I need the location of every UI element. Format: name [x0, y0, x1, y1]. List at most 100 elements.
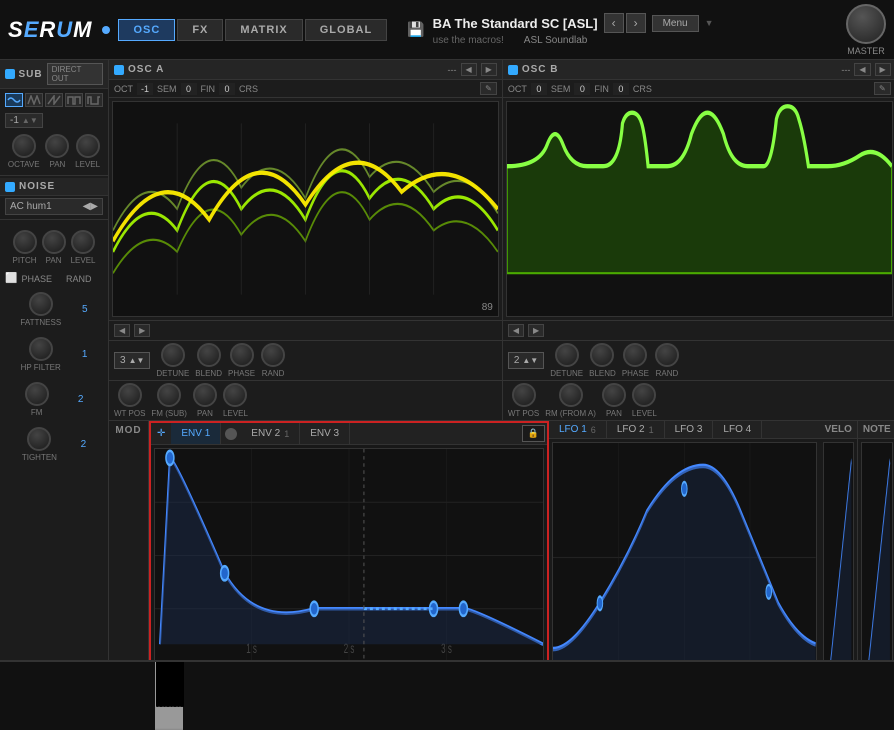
- main-content: SUB DIRECT OUT -1 ▲▼: [0, 60, 894, 730]
- prev-preset-button[interactable]: ‹: [604, 13, 624, 33]
- octave-knob[interactable]: [12, 134, 36, 158]
- pitch-label: PITCH: [13, 256, 37, 265]
- pan-knob[interactable]: [42, 230, 66, 254]
- osc-a-phase-label: PHASE: [228, 369, 255, 378]
- master-knob[interactable]: [846, 4, 886, 44]
- fattness-val: 5: [82, 292, 88, 327]
- env-lock[interactable]: 🔒: [522, 425, 545, 442]
- osc-a-fin[interactable]: 0: [219, 83, 235, 95]
- keyboard: [0, 660, 894, 730]
- osc-a-prev[interactable]: ◀: [461, 63, 477, 76]
- osc-b-level-knob[interactable]: [632, 383, 656, 407]
- osc-a-wt-next[interactable]: ▶: [134, 324, 150, 337]
- pitch-knob[interactable]: [13, 230, 37, 254]
- osc-b-wtpos-knob[interactable]: [512, 383, 536, 407]
- osc-b-detune-knob[interactable]: [555, 343, 579, 367]
- osc-a-unison[interactable]: 3 ▲▼: [114, 352, 150, 369]
- sub-header: SUB DIRECT OUT: [0, 60, 108, 89]
- octave-stepper[interactable]: -1 ▲▼: [5, 113, 43, 128]
- hpfilter-knob[interactable]: [29, 337, 53, 361]
- osc-b-fin[interactable]: 0: [613, 83, 629, 95]
- noise-select[interactable]: AC hum1 ◀▶: [5, 198, 103, 215]
- sub-pan-knob[interactable]: [45, 134, 69, 158]
- fm-knob[interactable]: [25, 382, 49, 406]
- osc-b-wt-prev[interactable]: ◀: [508, 324, 524, 337]
- sub-knob-row: OCTAVE PAN LEVEL: [0, 130, 108, 173]
- tighten-knob[interactable]: [27, 427, 51, 451]
- osc-b-phase-knob[interactable]: [623, 343, 647, 367]
- osc-b-edit[interactable]: ✎: [874, 82, 891, 95]
- tab-global[interactable]: GLOBAL: [305, 19, 387, 41]
- osc-a-phase-cell: PHASE: [228, 343, 255, 378]
- lfo-tab-3[interactable]: LFO 3: [665, 421, 714, 438]
- osc-b-sem[interactable]: 0: [574, 83, 590, 95]
- osc-b-prev[interactable]: ◀: [854, 63, 870, 76]
- osc-a-phase-knob[interactable]: [230, 343, 254, 367]
- osc-a-sem[interactable]: 0: [181, 83, 197, 95]
- osc-a-led[interactable]: [114, 65, 124, 75]
- tab-matrix[interactable]: MATRIX: [225, 19, 302, 41]
- osc-a-blend-knob[interactable]: [197, 343, 221, 367]
- osc-a-edit[interactable]: ✎: [480, 82, 497, 95]
- osc-a-wtpos-cell: WT POS: [114, 383, 145, 418]
- osc-row: OSC A --- ◀ ▶ OCT -1 SEM 0 FIN 0 CRS ✎: [109, 60, 894, 420]
- osc-b-wt-next[interactable]: ▶: [528, 324, 544, 337]
- wave-square[interactable]: [65, 93, 83, 107]
- lfo-tab-2[interactable]: LFO 2 1: [607, 421, 665, 438]
- fattness-label: FATTNESS: [20, 318, 61, 327]
- sub-pan-cell: PAN: [45, 134, 69, 169]
- osc-a-blend-label: BLEND: [195, 369, 222, 378]
- env-tab-3[interactable]: ENV 3: [300, 423, 350, 444]
- black-key-3-5[interactable]: [182, 662, 184, 707]
- osc-a-rand-knob[interactable]: [261, 343, 285, 367]
- wave-pulse[interactable]: [85, 93, 103, 107]
- fattness-knob[interactable]: [29, 292, 53, 316]
- osc-a-detune-knob[interactable]: [161, 343, 185, 367]
- env-tab-2[interactable]: ENV 2 1: [241, 423, 300, 444]
- osc-a-fm-knob[interactable]: [157, 383, 181, 407]
- tab-osc[interactable]: OSC: [118, 19, 175, 41]
- osc-b-pan-knob[interactable]: [602, 383, 626, 407]
- osc-b-rm-knob[interactable]: [559, 383, 583, 407]
- sub-level-label: LEVEL: [75, 160, 100, 169]
- noise-led[interactable]: [5, 182, 15, 192]
- lfo-tab-4[interactable]: LFO 4: [713, 421, 762, 438]
- osc-a-pan-knob[interactable]: [193, 383, 217, 407]
- osc-b-oct[interactable]: 0: [531, 83, 547, 95]
- wave-saw[interactable]: [45, 93, 63, 107]
- level-label: LEVEL: [71, 256, 96, 265]
- osc-b-rand-knob[interactable]: [655, 343, 679, 367]
- tab-fx[interactable]: FX: [177, 19, 223, 41]
- octave-label: OCTAVE: [8, 160, 40, 169]
- osc-a-level-knob[interactable]: [223, 383, 247, 407]
- osc-a-next[interactable]: ▶: [481, 63, 497, 76]
- osc-b-level-cell: LEVEL: [632, 383, 657, 418]
- disk-icon: 💾: [407, 21, 424, 38]
- sub-led[interactable]: [5, 69, 15, 79]
- osc-b-blend-cell: BLEND: [589, 343, 616, 378]
- next-preset-button[interactable]: ›: [626, 13, 646, 33]
- osc-b-next[interactable]: ▶: [875, 63, 891, 76]
- osc-b-title: OSC B: [522, 64, 559, 75]
- noise-value: AC hum1: [10, 201, 52, 212]
- osc-a-wtpos-knob[interactable]: [118, 383, 142, 407]
- lfo-tab-1[interactable]: LFO 1 6: [549, 421, 607, 438]
- osc-b-blend-knob[interactable]: [590, 343, 614, 367]
- osc-a-wt-prev[interactable]: ◀: [114, 324, 130, 337]
- osc-b-unison[interactable]: 2 ▲▼: [508, 352, 544, 369]
- tighten-label: TIGHTEN: [22, 453, 57, 462]
- osc-b-led[interactable]: [508, 65, 518, 75]
- hpfilter-cell: HP FILTER: [21, 337, 61, 372]
- osc-a-oct[interactable]: -1: [137, 83, 153, 95]
- octave-row: -1 ▲▼: [0, 111, 108, 130]
- env-tab-1[interactable]: ENV 1: [171, 423, 221, 444]
- wave-sine[interactable]: [5, 93, 23, 107]
- direct-out-button[interactable]: DIRECT OUT: [47, 63, 103, 85]
- hpfilter-row: HP FILTER 1: [5, 333, 103, 376]
- osc-a-pan-cell: PAN: [193, 383, 217, 418]
- wave-triangle[interactable]: [25, 93, 43, 107]
- lfo-tabs: LFO 1 6 LFO 2 1 LFO 3 LFO 4: [549, 421, 820, 439]
- menu-button[interactable]: Menu: [652, 15, 699, 32]
- sub-level-knob[interactable]: [76, 134, 100, 158]
- level-knob[interactable]: [71, 230, 95, 254]
